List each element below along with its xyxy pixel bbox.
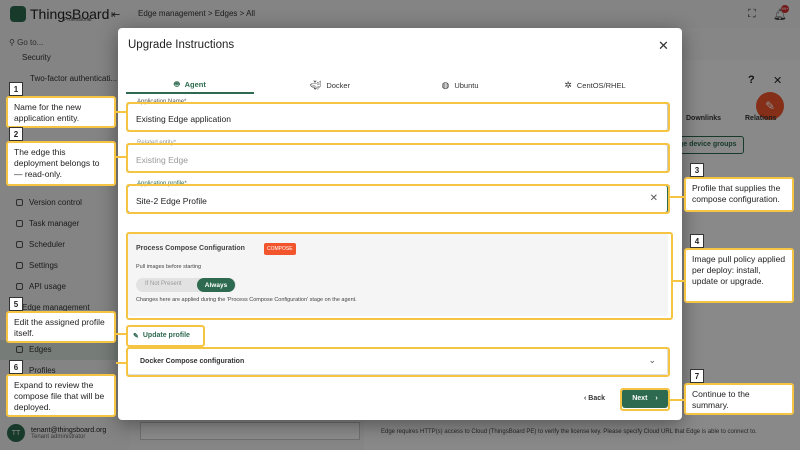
callout-connector <box>116 111 126 113</box>
callout-number: 4 <box>690 234 704 248</box>
callout-connector <box>670 196 684 198</box>
highlight-next <box>620 388 670 411</box>
tab-centos[interactable]: ✲ CentOS/RHEL <box>531 76 659 94</box>
highlight-update-profile <box>126 325 205 347</box>
callout-next: Continue to the summary. <box>684 383 794 415</box>
callout-number: 1 <box>9 82 23 96</box>
dialog-title: Upgrade Instructions <box>128 39 235 51</box>
callout-connector <box>116 362 126 364</box>
callout-connector <box>116 156 126 158</box>
callout-connector <box>670 399 684 401</box>
centos-icon: ✲ <box>564 79 572 90</box>
highlight-process-compose <box>126 232 673 320</box>
back-button[interactable]: ‹ Back <box>584 395 605 402</box>
callout-pull-policy: Image pull policy applied per deploy: in… <box>684 248 794 303</box>
agent-icon: 🤖︎ <box>174 78 180 89</box>
callout-update-profile: Edit the assigned profile itself. <box>6 311 116 343</box>
tab-docker[interactable]: 🐳︎ Docker <box>266 76 394 94</box>
tab-ubuntu[interactable]: ◍ Ubuntu <box>396 76 524 94</box>
callout-application-name: Name for the new application entity. <box>6 96 116 128</box>
docker-icon: 🐳︎ <box>309 79 322 90</box>
tab-agent[interactable]: 🤖︎ Agent <box>126 76 254 94</box>
platform-tabs: 🤖︎ Agent 🐳︎ Docker ◍ Ubuntu ✲ CentOS/RHEL <box>126 76 674 94</box>
highlight-related-entity <box>126 143 670 173</box>
highlight-application-profile <box>126 184 670 214</box>
ubuntu-icon: ◍ <box>441 79 450 90</box>
callout-connector <box>673 280 684 282</box>
callout-related-entity: The edge this deployment belongs to — re… <box>6 141 116 186</box>
highlight-docker-compose <box>126 347 670 377</box>
callout-docker-compose: Expand to review the compose file that w… <box>6 374 116 417</box>
callout-number: 5 <box>9 297 23 311</box>
callout-application-profile: Profile that supplies the compose config… <box>684 177 794 212</box>
close-icon[interactable]: ✕ <box>658 38 669 54</box>
callout-number: 6 <box>9 360 23 374</box>
callout-number: 2 <box>9 127 23 141</box>
callout-number: 3 <box>690 163 704 177</box>
callout-connector <box>116 333 126 335</box>
callout-number: 7 <box>690 369 704 383</box>
highlight-application-name <box>126 102 670 132</box>
